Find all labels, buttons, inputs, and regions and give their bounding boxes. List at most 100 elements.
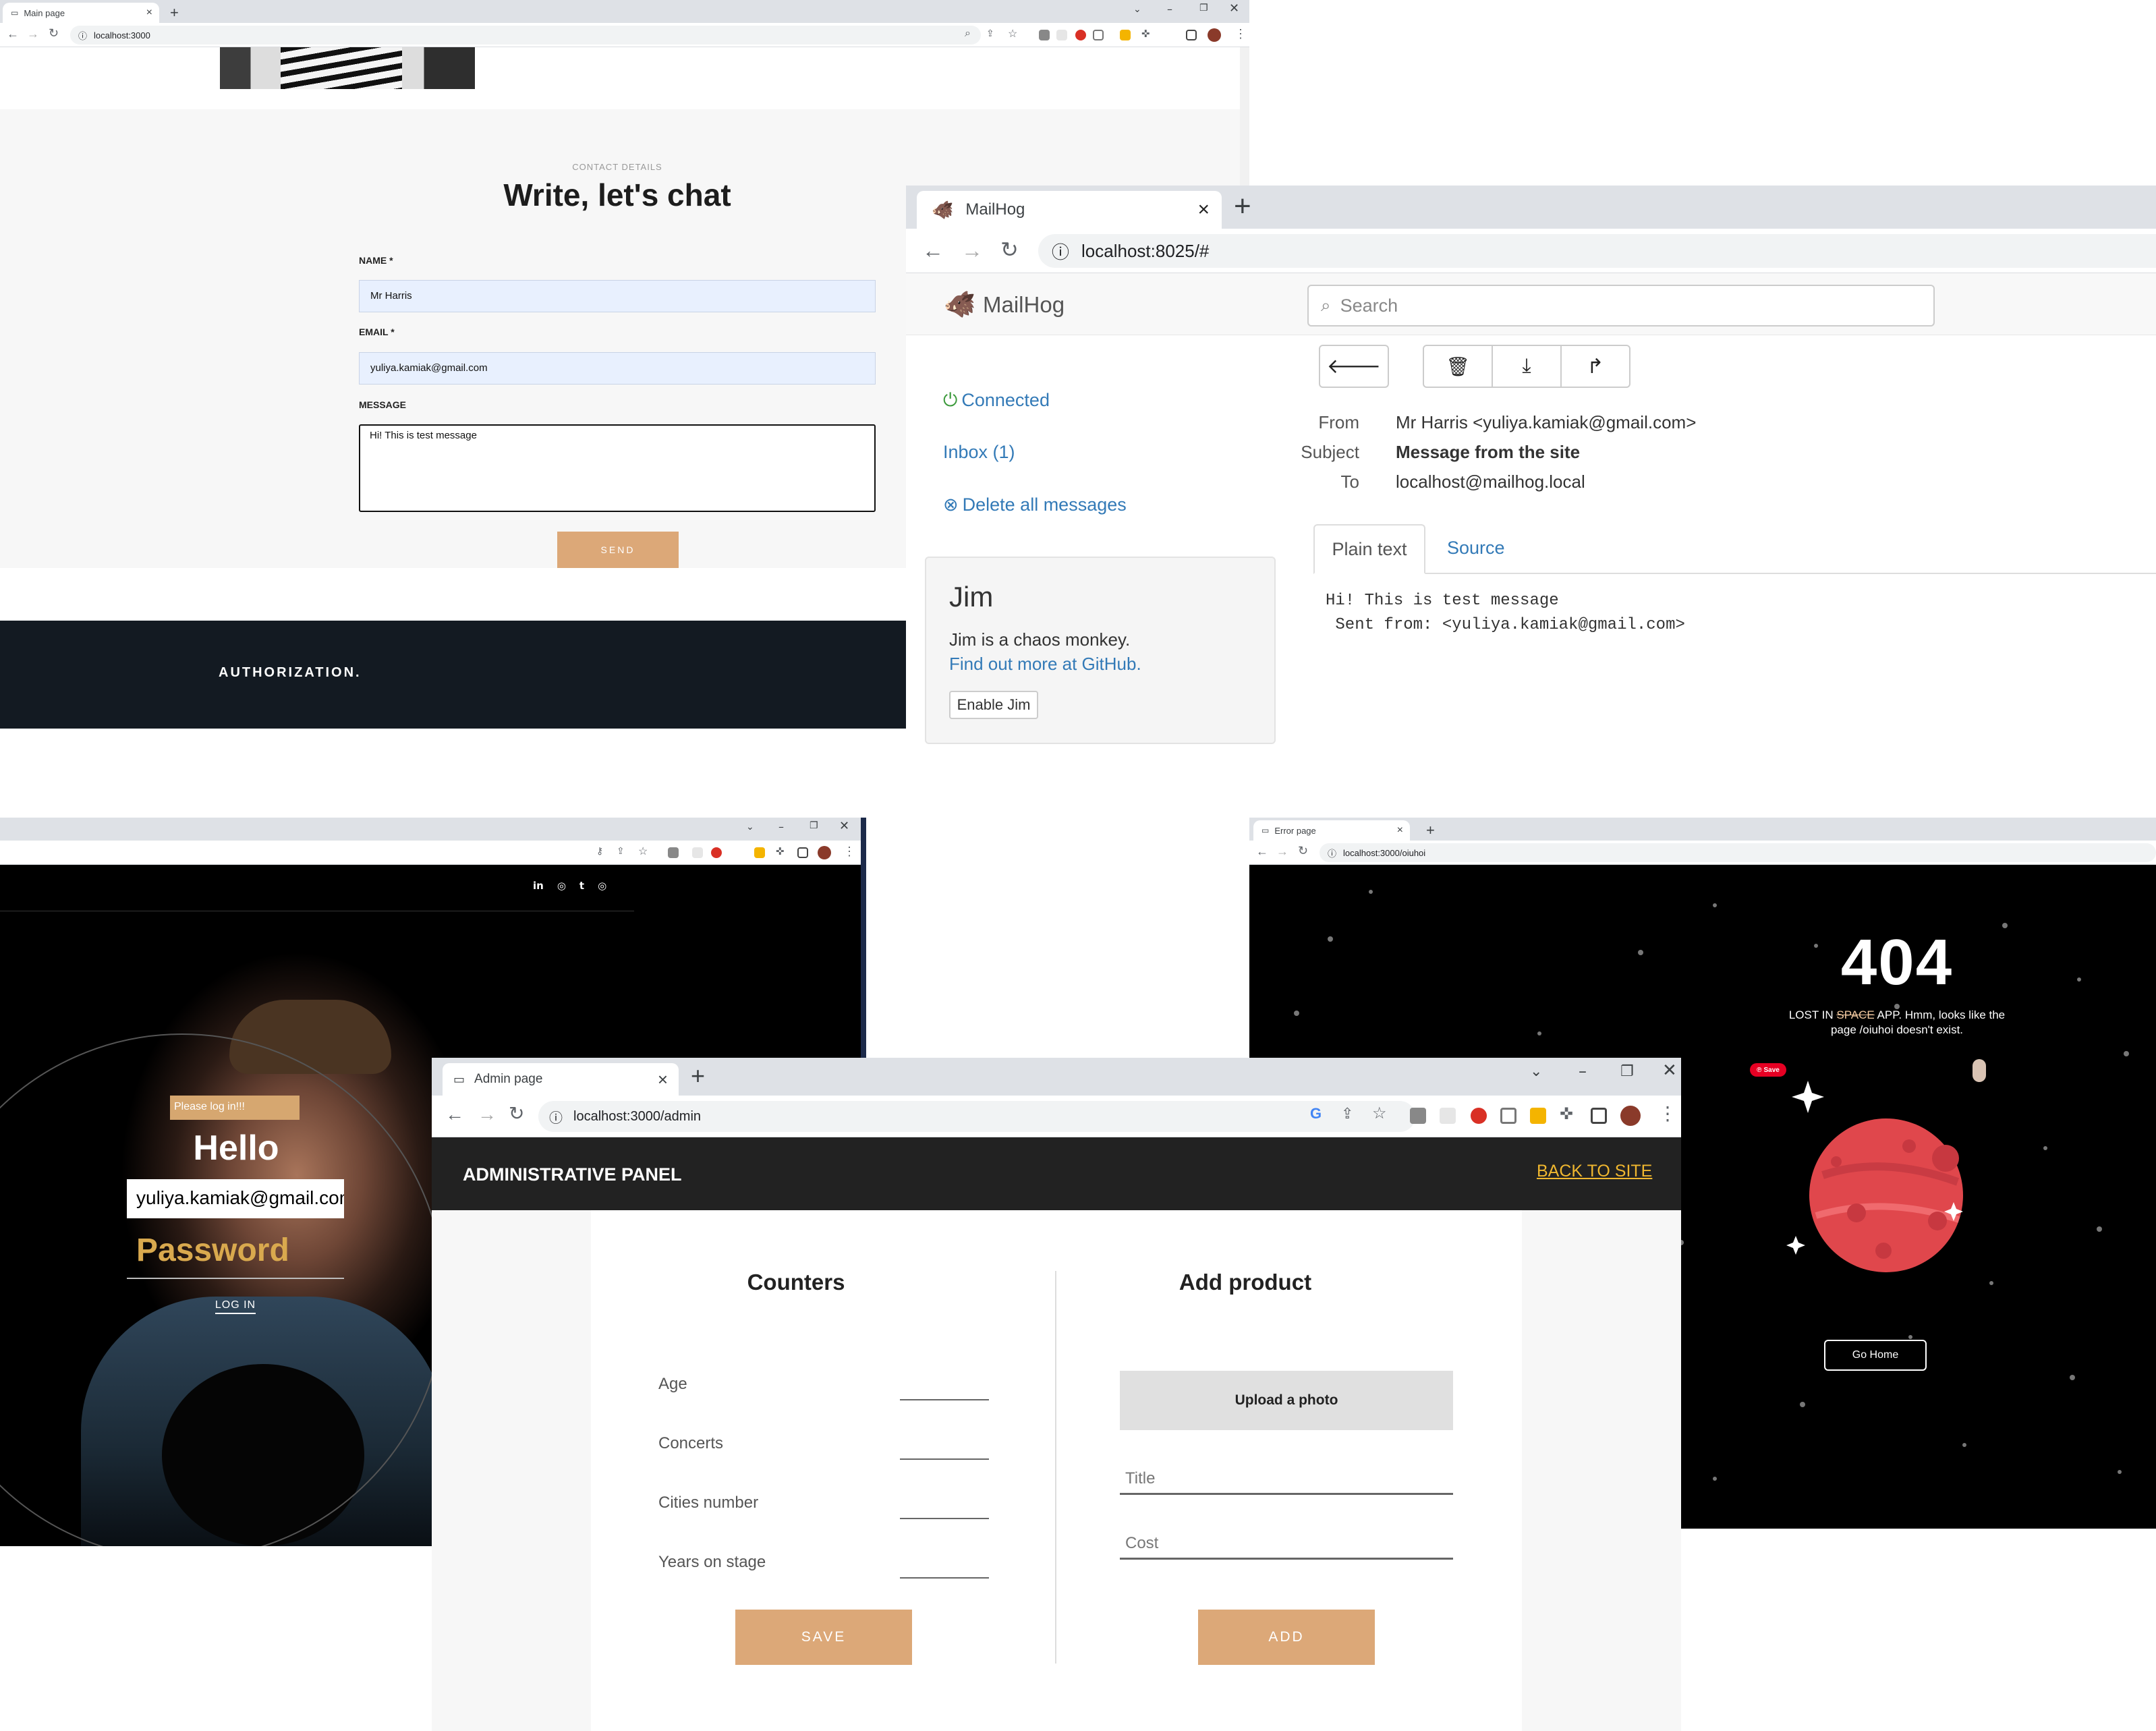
back-icon[interactable]: ←	[7, 27, 19, 41]
address-bar[interactable]: ⓘ localhost:8025/#	[1038, 234, 2156, 268]
restore-icon[interactable]: ❐	[1199, 3, 1208, 13]
star-icon[interactable]: ☆	[1008, 27, 1017, 40]
share-icon[interactable]: ⇪	[986, 28, 994, 39]
address-bar[interactable]: ⓘ localhost:3000/admin	[538, 1101, 1415, 1132]
login-email-input[interactable]: yuliya.kamiak@gmail.com	[127, 1179, 344, 1218]
tab-source[interactable]: Source	[1447, 538, 1505, 559]
avatar[interactable]	[1208, 28, 1221, 42]
back-icon[interactable]: ←	[922, 238, 944, 263]
download-message-button[interactable]: ⤓	[1492, 345, 1562, 388]
login-button[interactable]: LOG IN	[200, 1299, 271, 1314]
back-icon[interactable]: ←	[445, 1104, 464, 1125]
restore-icon[interactable]: ❐	[1620, 1063, 1634, 1080]
minimize-icon[interactable]: –	[1167, 3, 1172, 16]
sidepanel-icon[interactable]	[797, 847, 808, 858]
save-button[interactable]: SAVE	[735, 1610, 912, 1665]
restore-icon[interactable]: ❐	[810, 820, 818, 831]
linkedin-icon[interactable]: in	[533, 880, 544, 892]
extension-icon[interactable]	[1500, 1108, 1516, 1124]
counter-input-years[interactable]	[900, 1560, 989, 1579]
email-field[interactable]: yuliya.kamiak@gmail.com	[359, 352, 876, 385]
back-icon[interactable]: ←	[1256, 845, 1268, 859]
menu-icon[interactable]: ⋮	[843, 845, 855, 859]
close-window-icon[interactable]: ✕	[839, 819, 849, 833]
reload-icon[interactable]: ↻	[49, 26, 59, 40]
chevron-down-icon[interactable]: ⌄	[746, 822, 754, 832]
key-icon[interactable]: ⚷	[596, 845, 603, 857]
sidepanel-icon[interactable]	[1186, 30, 1197, 40]
extension-icon[interactable]	[754, 847, 765, 858]
instagram-icon[interactable]: ◎	[598, 880, 606, 892]
counter-input-concerts[interactable]	[900, 1441, 989, 1460]
address-bar[interactable]: ⓘ localhost:3000	[70, 26, 981, 45]
connected-status[interactable]: ⏻ Connected	[943, 390, 1050, 412]
delete-message-button[interactable]: 🗑	[1423, 345, 1493, 388]
share-icon[interactable]: ⇪	[617, 845, 625, 857]
forward-icon[interactable]: →	[1276, 845, 1288, 859]
delete-all-link[interactable]: ⊗ Delete all messages	[943, 494, 1127, 515]
release-message-button[interactable]: ↱	[1560, 345, 1630, 388]
back-to-site-link[interactable]: BACK TO SITE	[1537, 1162, 1652, 1181]
forward-icon[interactable]: →	[27, 27, 39, 41]
upload-photo-button[interactable]: Upload a photo	[1120, 1371, 1453, 1430]
search-input[interactable]: ⌕ Search	[1307, 285, 1935, 327]
message-back-button[interactable]: 🡐	[1319, 345, 1389, 388]
tab-error-page[interactable]: ▭ Error page ×	[1253, 820, 1410, 841]
extension-icon[interactable]	[692, 847, 703, 858]
minimize-icon[interactable]: –	[778, 820, 784, 833]
extension-icon[interactable]	[1410, 1108, 1426, 1124]
star-icon[interactable]: ☆	[1372, 1104, 1387, 1123]
add-button[interactable]: ADD	[1198, 1610, 1375, 1665]
jim-github-link[interactable]: Find out more at GitHub.	[949, 654, 1141, 675]
extension-icon[interactable]	[1440, 1108, 1456, 1124]
menu-icon[interactable]: ⋮	[1235, 27, 1247, 41]
google-icon[interactable]: G	[1310, 1105, 1322, 1123]
tab-plain-text[interactable]: Plain text	[1313, 524, 1425, 574]
counter-input-age[interactable]	[900, 1382, 989, 1400]
go-home-button[interactable]: Go Home	[1824, 1340, 1927, 1371]
close-tab-icon[interactable]: ×	[146, 7, 152, 19]
reload-icon[interactable]: ↻	[509, 1102, 524, 1125]
sidepanel-icon[interactable]	[1591, 1108, 1607, 1124]
reload-icon[interactable]: ↻	[1000, 237, 1019, 262]
address-bar[interactable]: ⓘ localhost:3000/oiuhoi	[1320, 843, 2156, 862]
extension-icon[interactable]	[711, 847, 722, 858]
forward-icon[interactable]: →	[478, 1104, 497, 1125]
minimize-icon[interactable]: –	[1579, 1062, 1587, 1081]
inbox-link[interactable]: Inbox (1)	[943, 442, 1015, 463]
avatar[interactable]	[818, 846, 831, 859]
chevron-down-icon[interactable]: ⌄	[1133, 4, 1141, 15]
puzzle-icon[interactable]: ✜	[1560, 1104, 1573, 1124]
extension-icon[interactable]	[1093, 30, 1104, 40]
tumblr-icon[interactable]: t	[579, 880, 584, 892]
puzzle-icon[interactable]: ✜	[776, 845, 785, 857]
product-title-input[interactable]: Title	[1120, 1465, 1453, 1495]
counter-input-cities[interactable]	[900, 1500, 989, 1519]
share-icon[interactable]: ⇪	[1341, 1105, 1353, 1123]
new-tab-icon[interactable]: +	[1234, 190, 1251, 223]
puzzle-icon[interactable]: ✜	[1141, 28, 1150, 40]
menu-icon[interactable]: ⋮	[1658, 1102, 1677, 1125]
password-input[interactable]: Password	[127, 1232, 344, 1279]
close-window-icon[interactable]: ✕	[1229, 1, 1239, 16]
close-tab-icon[interactable]: ×	[658, 1069, 668, 1090]
extension-icon[interactable]	[1530, 1108, 1546, 1124]
tab-mailhog[interactable]: 🐗 MailHog ×	[917, 191, 1222, 229]
star-icon[interactable]: ☆	[638, 845, 648, 858]
new-tab-icon[interactable]: +	[170, 4, 179, 22]
message-field[interactable]: Hi! This is test message	[359, 424, 876, 512]
forward-icon[interactable]: →	[961, 238, 983, 263]
authorization-link[interactable]: AUTHORIZATION.	[219, 665, 362, 681]
extension-icon[interactable]	[1120, 30, 1131, 40]
close-tab-icon[interactable]: ×	[1197, 198, 1210, 221]
product-cost-input[interactable]: Cost	[1120, 1530, 1453, 1560]
tab-admin-page[interactable]: ▭ Admin page ×	[443, 1063, 679, 1096]
send-button[interactable]: SEND	[557, 532, 679, 568]
new-tab-icon[interactable]: +	[691, 1062, 705, 1090]
extension-icon[interactable]	[1039, 30, 1050, 40]
enable-jim-button[interactable]: Enable Jim	[949, 691, 1038, 719]
chevron-down-icon[interactable]: ⌄	[1530, 1063, 1542, 1080]
avatar[interactable]	[1620, 1106, 1641, 1126]
extension-icon[interactable]	[668, 847, 679, 858]
new-tab-icon[interactable]: +	[1426, 822, 1435, 839]
